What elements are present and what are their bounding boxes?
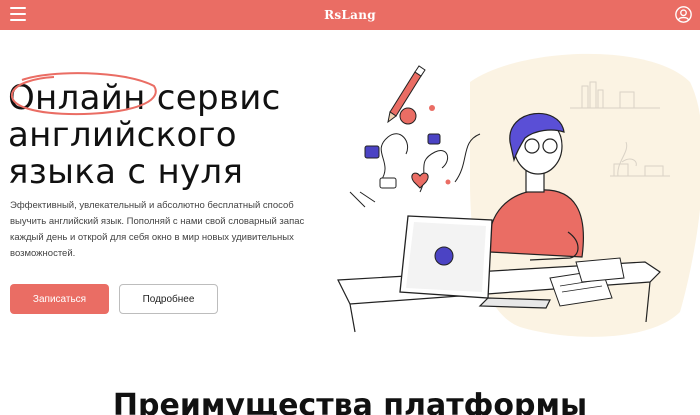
dot-decoration <box>429 105 435 111</box>
signup-button[interactable]: Записаться <box>10 284 109 314</box>
hero-illustration <box>337 53 700 337</box>
thumbs-up-icon <box>427 133 441 145</box>
heart-icon <box>411 172 429 189</box>
brand-logo-text[interactable]: RsLang <box>324 8 376 22</box>
video-icon <box>379 177 397 189</box>
top-app-bar: RsLang <box>0 0 700 30</box>
user-profile-icon[interactable] <box>675 6 692 23</box>
learn-more-button[interactable]: Подробнее <box>119 284 218 314</box>
lightbulb-icon <box>399 107 417 125</box>
floating-doodles <box>349 133 481 208</box>
hero-title-line-3: языка с нуля <box>8 152 244 192</box>
advantages-section-title: Преимущества платформы <box>112 388 588 415</box>
laptop-logo-icon <box>434 246 454 266</box>
hero-title-line-1: Онлайн сервис <box>8 78 281 118</box>
hamburger-menu-icon[interactable] <box>10 7 26 23</box>
hero-title: Онлайн сервис английского языка с нуля <box>8 72 338 192</box>
chat-bubble-icon <box>364 145 380 159</box>
dot-decoration <box>445 179 451 185</box>
hero-title-line-2: английского <box>8 115 237 155</box>
hero-description: Эффективный, увлекательный и абсолютно б… <box>10 200 305 259</box>
